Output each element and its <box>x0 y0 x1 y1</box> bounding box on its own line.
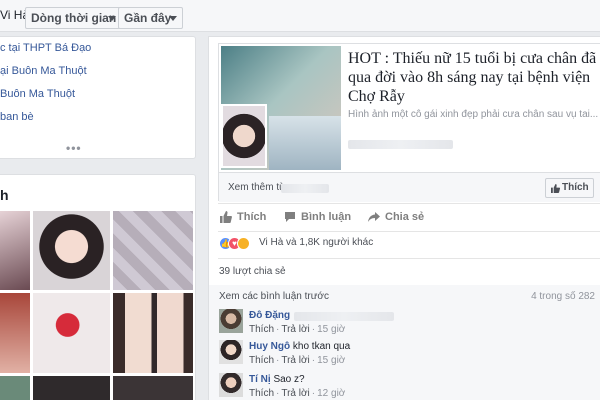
comment-meta: Thích · Trả lời · 15 giờ <box>249 355 345 366</box>
recent-dropdown-label: Gần đây <box>124 11 172 25</box>
comment-item: Tí Nị Sao z? Thích · Trả lời · 12 giờ <box>219 373 599 400</box>
photo-thumbnail[interactable] <box>0 376 30 400</box>
photos-card: h <box>0 174 196 400</box>
chevron-down-icon <box>108 16 116 21</box>
recent-dropdown[interactable]: Gần đây <box>118 7 183 29</box>
divider <box>218 231 600 232</box>
avatar[interactable] <box>219 309 243 333</box>
comment-time[interactable]: 12 giờ <box>317 388 345 399</box>
link-headline[interactable]: HOT : Thiếu nữ 15 tuổi bị cưa chân đã qu… <box>348 49 598 106</box>
comment-author[interactable]: Đô Đặng <box>249 310 290 321</box>
share-count[interactable]: 39 lượt chia sẻ <box>219 266 286 277</box>
photo-thumbnail[interactable] <box>33 376 110 400</box>
comment-meta: Thích · Trả lời · 15 giờ <box>249 324 345 335</box>
reactions-text[interactable]: Vi Hà và 1,8K người khác <box>259 237 373 248</box>
post-card: HOT : Thiếu nữ 15 tuổi bị cưa chân đã qu… <box>208 36 600 400</box>
divider <box>218 203 600 204</box>
view-previous-comments[interactable]: Xem các bình luận trước <box>219 291 329 302</box>
inset-photo <box>221 104 267 168</box>
comment-author[interactable]: Tí Nị <box>249 374 271 385</box>
shared-link-preview[interactable]: HOT : Thiếu nữ 15 tuổi bị cưa chân đã qu… <box>218 43 600 202</box>
blurred-comment <box>294 312 394 321</box>
comment-reply-link[interactable]: Trả lời <box>281 388 309 399</box>
like-button[interactable]: Thích <box>220 211 266 223</box>
timeline-dropdown-label: Dòng thời gian <box>31 11 117 25</box>
link-footer: Xem thêm từ Thích <box>219 172 600 202</box>
comment-icon <box>285 212 295 222</box>
comment-item: Huy Ngô kho tkan qua Thích · Trả lời · 15 gi… <box>219 340 599 370</box>
link-body[interactable]: HOT : Thiếu nữ 15 tuổi bị cưa chân đã qu… <box>343 44 600 172</box>
blurred-domain <box>348 140 453 149</box>
intro-friends-link[interactable]: ban bè <box>0 111 34 123</box>
comment-button[interactable]: Bình luận <box>284 211 351 223</box>
photo-thumbnail[interactable] <box>113 376 193 400</box>
photo-thumbnail[interactable] <box>33 211 110 290</box>
haha-reaction-icon <box>237 237 250 250</box>
blurred-source <box>281 184 329 193</box>
timeline-filter-bar: Vi Hà Dòng thời gian Gần đây <box>0 0 600 32</box>
intro-lives-link[interactable]: ại Buôn Ma Thuột <box>0 65 87 77</box>
photos-title: h <box>0 187 9 203</box>
comment-like-link[interactable]: Thích <box>249 388 274 399</box>
share-icon <box>368 212 380 222</box>
like-page-button[interactable]: Thích <box>545 178 594 198</box>
comment-count: 4 trong số 282 <box>531 291 595 302</box>
comment-time[interactable]: 15 giờ <box>317 355 345 366</box>
post-actions: Thích Bình luận Chia sẻ <box>218 211 600 231</box>
thumbs-up-icon <box>551 184 560 193</box>
avatar[interactable] <box>219 340 243 364</box>
comment-text: Sao z? <box>273 374 305 385</box>
chevron-down-icon <box>169 16 177 21</box>
comment-line: Đô Đặng <box>249 310 290 321</box>
comment-line: Tí Nị Sao z? <box>249 374 305 385</box>
share-button[interactable]: Chia sẻ <box>368 211 424 223</box>
thumbs-up-icon <box>220 211 232 223</box>
intro-school-link[interactable]: c tại THPT Bá Đạo <box>0 42 91 54</box>
like-label: Thích <box>237 211 267 223</box>
photo-thumbnail[interactable] <box>113 293 193 373</box>
link-description: Hình ảnh một cô gái xinh đẹp phải cưa ch… <box>348 109 599 120</box>
comment-author[interactable]: Huy Ngô <box>249 341 290 352</box>
comment-label: Bình luận <box>301 211 352 223</box>
photo-background <box>269 116 341 170</box>
comment-line: Huy Ngô kho tkan qua <box>249 341 350 352</box>
like-page-label: Thích <box>562 182 589 193</box>
photo-thumbnail[interactable] <box>33 293 110 373</box>
comment-like-link[interactable]: Thích <box>249 324 274 335</box>
more-options-icon[interactable]: ••• <box>66 141 82 155</box>
intro-card: c tại THPT Bá Đạo ại Buôn Ma Thuột Buôn … <box>0 36 196 159</box>
timeline-dropdown[interactable]: Dòng thời gian <box>25 7 122 29</box>
photo-thumbnail[interactable] <box>0 211 30 290</box>
comments-section: Xem các bình luận trước 4 trong số 282 Đ… <box>209 285 600 400</box>
comment-reply-link[interactable]: Trả lời <box>281 355 309 366</box>
avatar[interactable] <box>219 373 243 397</box>
comment-time[interactable]: 15 giờ <box>317 324 345 335</box>
intro-from-link[interactable]: Buôn Ma Thuột <box>0 88 75 100</box>
comment-item: Đô Đặng Thích · Trả lời · 15 giờ <box>219 309 599 339</box>
comment-meta: Thích · Trả lời · 12 giờ <box>249 388 345 399</box>
share-label: Chia sẻ <box>385 211 425 223</box>
comment-like-link[interactable]: Thích <box>249 355 274 366</box>
see-more-from[interactable]: Xem thêm từ <box>228 182 286 193</box>
link-thumbnail[interactable] <box>221 46 341 170</box>
comment-text: kho tkan qua <box>292 341 351 352</box>
photo-thumbnail[interactable] <box>113 211 193 290</box>
divider <box>218 258 600 259</box>
comment-reply-link[interactable]: Trả lời <box>281 324 309 335</box>
photo-thumbnail[interactable] <box>0 293 30 373</box>
